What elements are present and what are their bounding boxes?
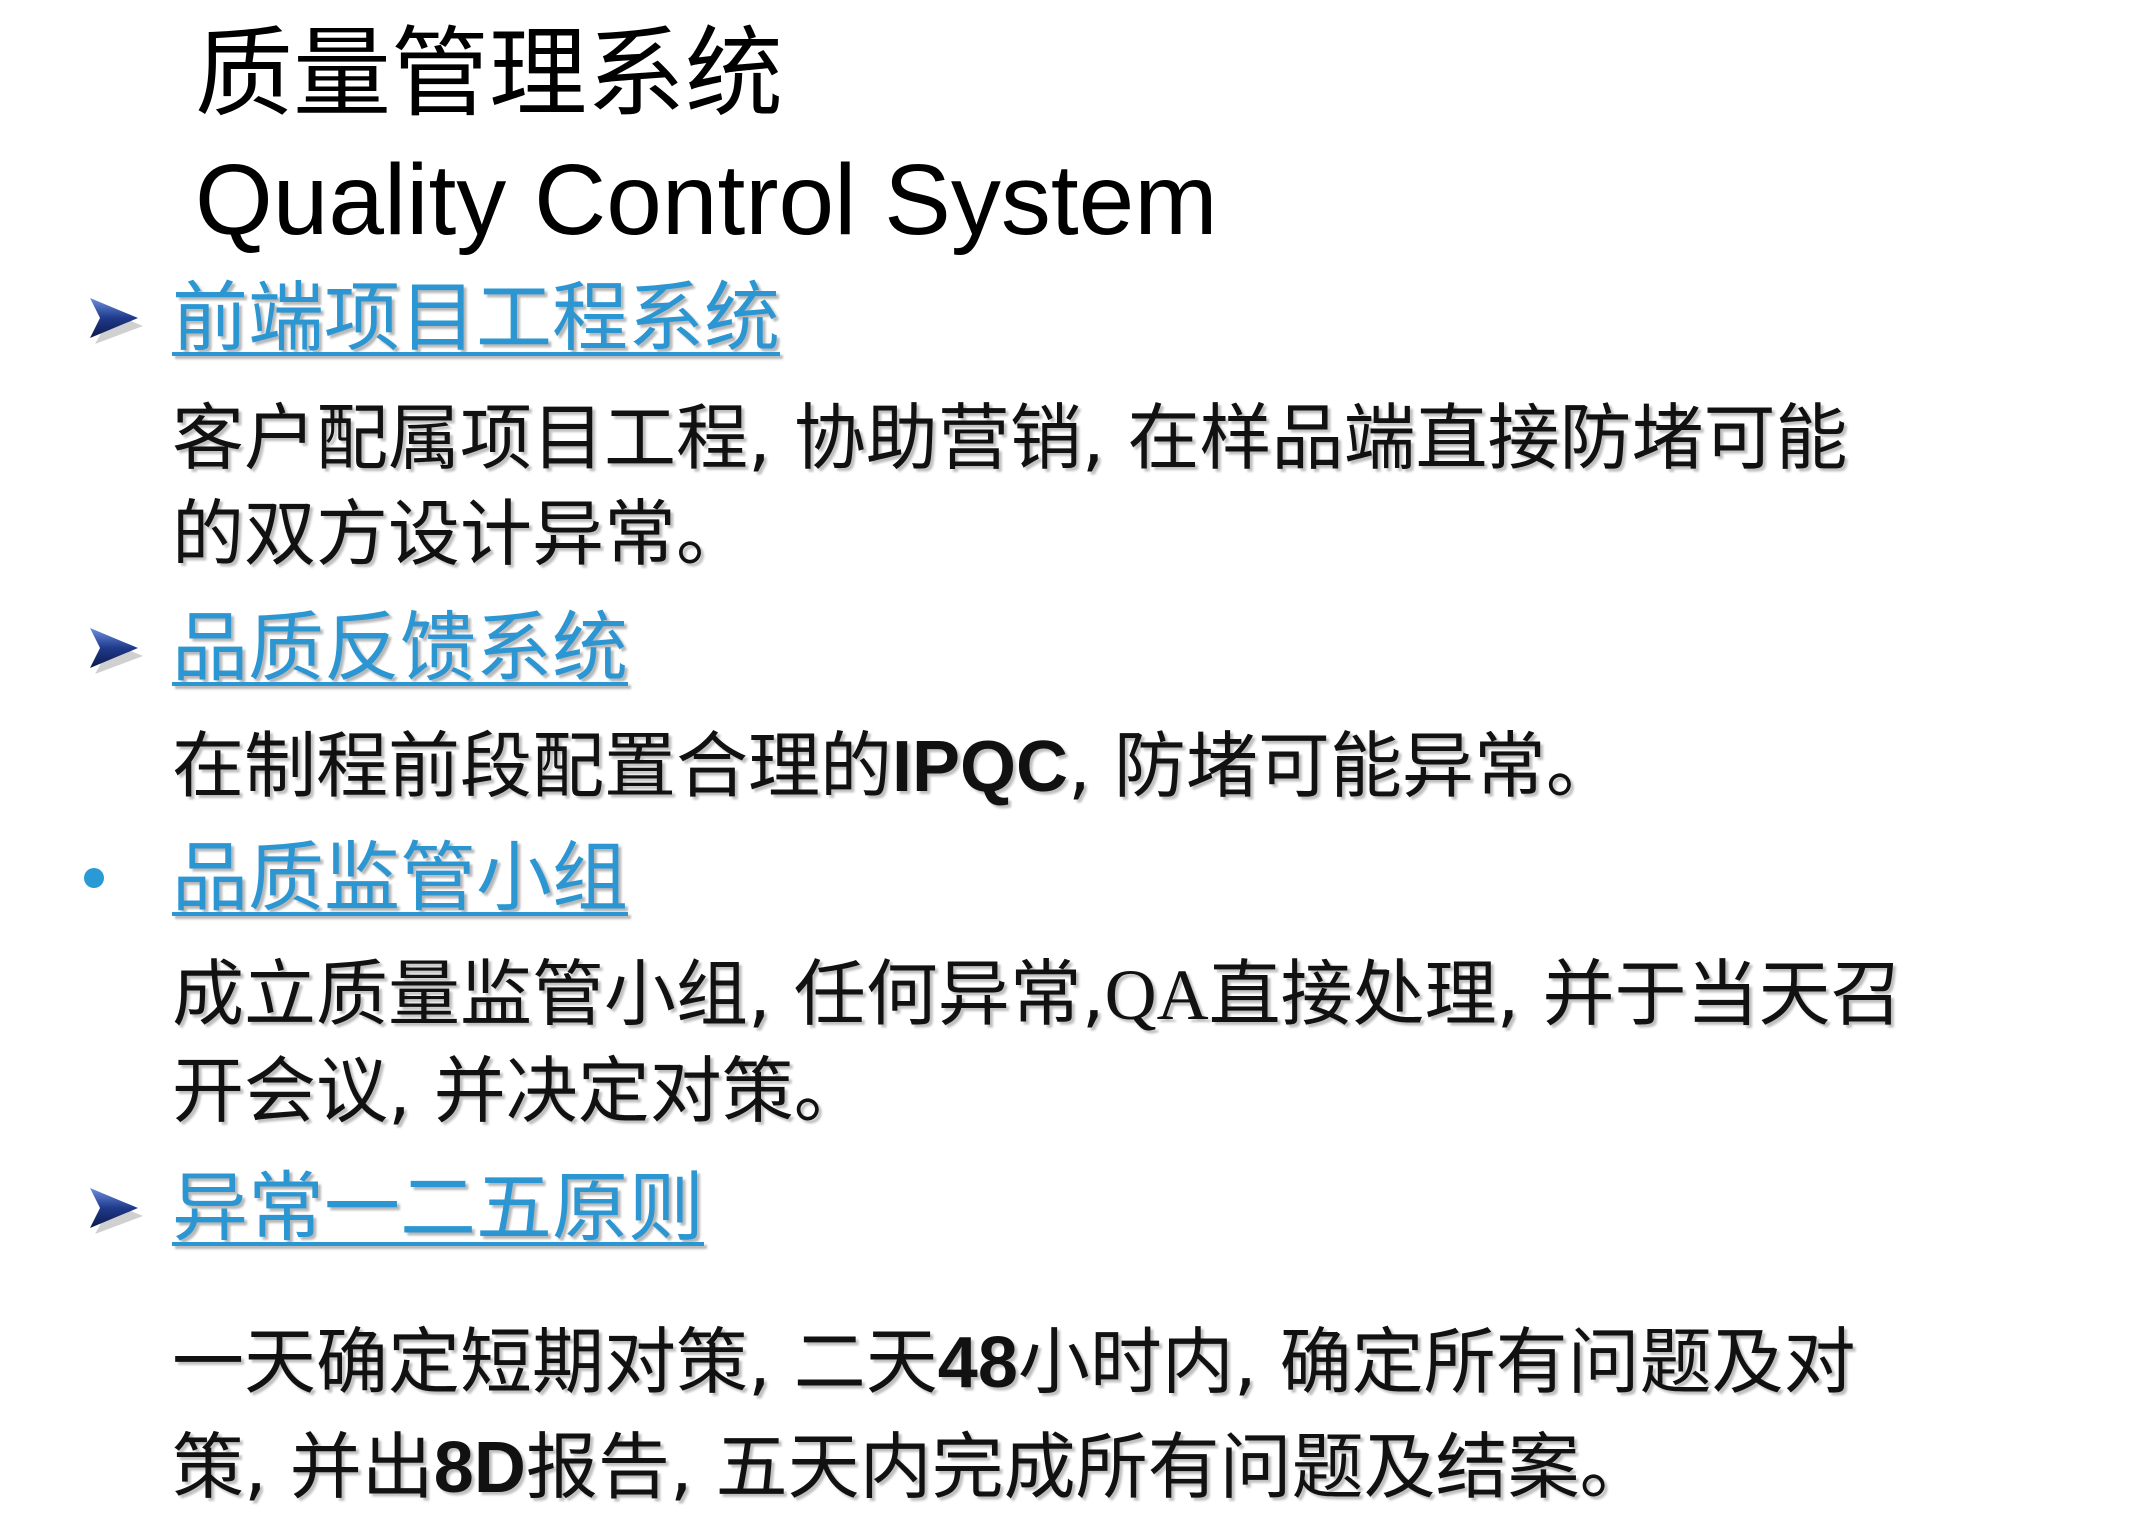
arrow-icon xyxy=(86,620,146,680)
section-heading-link[interactable]: 异常一二五原则 xyxy=(172,1160,704,1256)
body-text-segment: 一天确定短期对策, 二天 xyxy=(172,1320,938,1404)
body-text-segment: 在制程前段配置合理的 xyxy=(172,724,893,808)
section-heading-link[interactable]: 前端项目工程系统 xyxy=(172,270,780,366)
body-text-segment: , 防堵可能异常。 xyxy=(1068,724,1618,808)
body-text-segment: 48 xyxy=(937,1323,1018,1403)
page-title-english: Quality Control System xyxy=(195,144,1218,256)
page-title-chinese: 质量管理系统 xyxy=(195,17,784,131)
body-line: 开会议, 并决定对策。 xyxy=(172,1049,866,1133)
arrow-icon xyxy=(86,290,146,350)
body-text-segment: QA xyxy=(1104,955,1209,1035)
body-text-segment: 8D xyxy=(433,1428,526,1508)
page-title-block: 质量管理系统 Quality Control System xyxy=(195,10,1218,262)
body-line: 在制程前段配置合理的IPQC, 防堵可能异常。 xyxy=(172,718,2102,815)
section-heading-link[interactable]: 品质监管小组 xyxy=(172,830,628,926)
section-body: 成立质量监管小组, 任何异常,QA直接处理, 并于当天召 开会议, 并决定对策。 xyxy=(172,946,2102,1139)
body-text-segment: 报告, 五天内完成所有问题及结案。 xyxy=(525,1425,1652,1509)
body-text-segment: 成立质量监管小组, 任何异常, xyxy=(172,952,1105,1036)
arrow-icon xyxy=(86,1180,146,1240)
section-heading-link[interactable]: 品质反馈系统 xyxy=(172,600,628,696)
body-text-segment: 直接处理, 并于当天召 xyxy=(1208,952,1903,1036)
body-line: 一天确定短期对策, 二天48小时内, 确定所有问题及对 xyxy=(172,1310,2102,1415)
section-body: 在制程前段配置合理的IPQC, 防堵可能异常。 xyxy=(172,718,2102,815)
body-text-segment: IPQC xyxy=(892,727,1069,807)
section-body: 一天确定短期对策, 二天48小时内, 确定所有问题及对 策, 并出8D报告, 五… xyxy=(172,1310,2102,1520)
body-line: 成立质量监管小组, 任何异常,QA直接处理, 并于当天召 xyxy=(172,946,2102,1043)
body-text-segment: 小时内, 确定所有问题及对 xyxy=(1017,1320,1856,1404)
body-line: 策, 并出8D报告, 五天内完成所有问题及结案。 xyxy=(172,1415,2102,1520)
section-body: 客户配属项目工程, 协助营销, 在样品端直接防堵可能 的双方设计异常。 xyxy=(172,390,2102,582)
body-text-segment: 策, 并出 xyxy=(172,1425,434,1509)
body-line: 客户配属项目工程, 协助营销, 在样品端直接防堵可能 xyxy=(172,396,1848,480)
body-line: 的双方设计异常。 xyxy=(172,492,749,576)
dot-icon xyxy=(84,868,104,888)
